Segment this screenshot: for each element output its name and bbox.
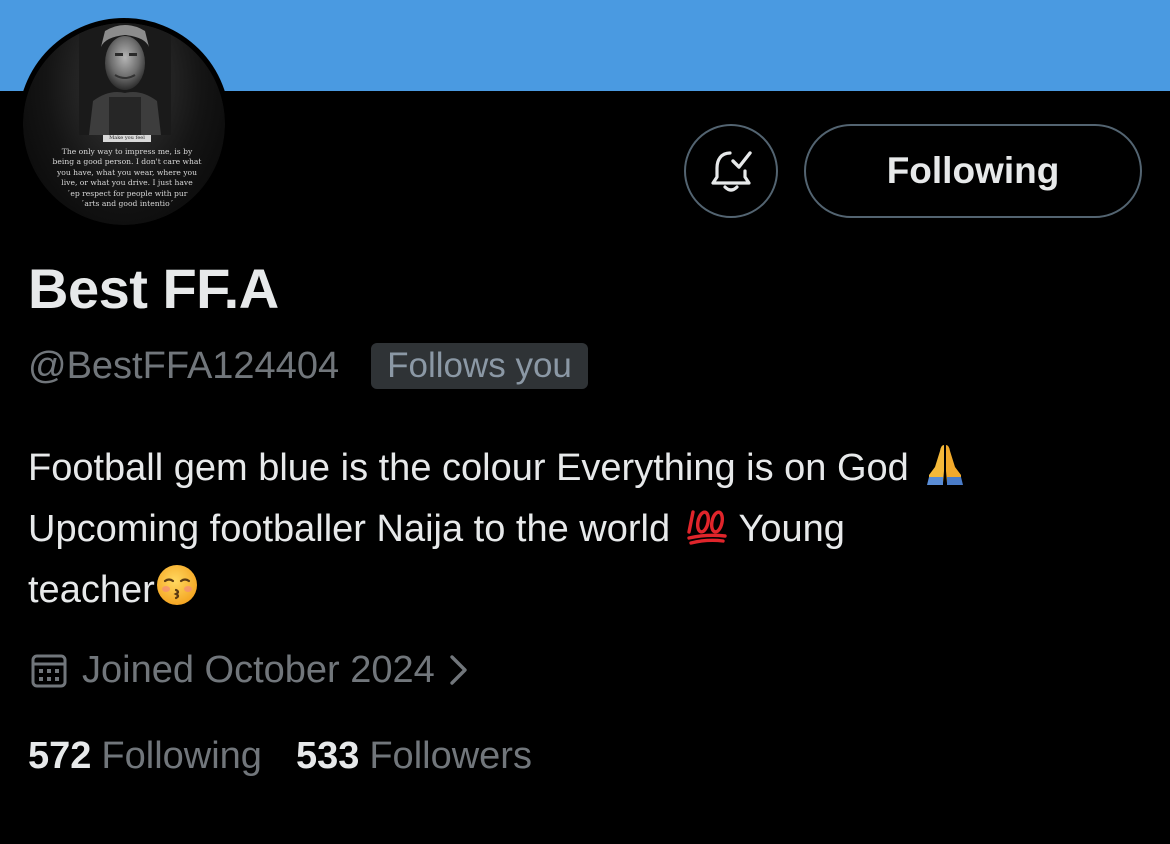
followers-stat-link[interactable]: 533 Followers xyxy=(296,735,532,778)
following-button[interactable]: Following xyxy=(804,124,1142,218)
calendar-icon xyxy=(31,654,67,688)
kissing-face-closed-eyes-emoji-icon xyxy=(156,565,197,605)
bio-text-2b: Young xyxy=(738,508,845,550)
avatar-portrait-image xyxy=(79,23,171,135)
profile-bio: Football gem blue is the colour Everythi… xyxy=(28,438,1148,621)
avatar-image: Make you feel better The only way to imp… xyxy=(23,23,225,225)
profile-handle: @BestFFA124404 xyxy=(28,345,340,387)
following-label: Following xyxy=(101,734,262,777)
profile-display-name: Best FF.A xyxy=(28,257,279,320)
avatar-caption-banner: Make you feel better xyxy=(103,135,151,142)
following-stat-link[interactable]: 572 Following xyxy=(28,735,262,778)
joined-date-row[interactable]: Joined October 2024 xyxy=(30,644,471,696)
avatar-caption-text: The only way to impress me, is by being … xyxy=(52,147,202,209)
notification-subscribe-button[interactable] xyxy=(684,124,778,218)
followers-label: Followers xyxy=(369,734,532,777)
bio-line-1: Football gem blue is the colour Everythi… xyxy=(28,438,1148,499)
bio-text-3: teacher xyxy=(28,569,155,611)
joined-date-text: Joined October 2024 xyxy=(82,648,435,691)
handle-row: @BestFFA124404 Follows you xyxy=(28,340,588,392)
bio-text-1: Football gem blue is the colour Everythi… xyxy=(28,447,909,489)
followers-count: 533 xyxy=(295,734,360,777)
profile-avatar[interactable]: Make you feel better The only way to imp… xyxy=(18,18,230,230)
follow-stats: 572 Following 533 Followers xyxy=(28,730,566,782)
folded-hands-emoji-icon xyxy=(927,445,964,485)
bio-text-2a: Upcoming footballer Naija to the world xyxy=(28,508,671,550)
follows-you-badge: Follows you xyxy=(371,343,588,389)
following-count: 572 xyxy=(28,734,92,777)
bell-check-icon xyxy=(711,151,752,192)
bio-line-3: teacher xyxy=(28,560,1148,621)
hundred-points-emoji-icon xyxy=(686,510,727,545)
bio-line-2: Upcoming footballer Naija to the world Y… xyxy=(28,499,1148,560)
chevron-right-icon xyxy=(450,655,467,685)
